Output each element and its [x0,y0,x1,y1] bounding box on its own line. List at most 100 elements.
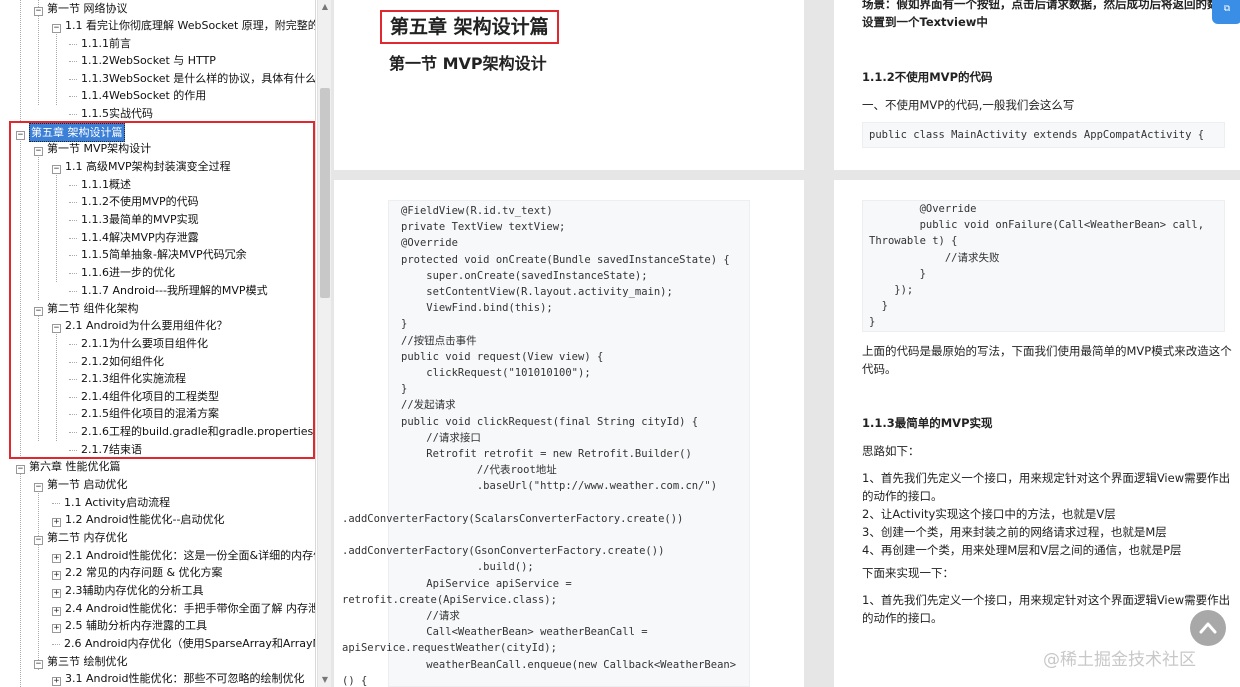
tree-node-label: 1.1.5实战代码 [81,107,153,120]
tree-node[interactable]: − 第一节 MVP架构设计 [34,140,151,157]
collapse-toggle-icon[interactable]: − [52,324,61,333]
tree-node[interactable]: 1.1.1前言 [69,35,131,52]
expand-toggle-icon[interactable]: + [52,607,61,616]
scroll-up-arrow-icon[interactable]: ▲ [318,0,332,14]
floating-tool-icon[interactable]: ⧉ [1212,0,1240,24]
collapse-toggle-icon[interactable]: − [34,307,43,316]
collapse-toggle-icon[interactable]: − [16,465,25,474]
collapse-toggle-icon[interactable]: − [34,7,43,16]
tree-node-label: 3.1 Android性能优化：那些不可忽略的绘制优化 [65,672,305,685]
page-panel-1: 第五章 架构设计篇 第一节 MVP架构设计 [334,0,804,170]
tree-node[interactable]: 2.1.6工程的build.gradle和gradle.properties文 [69,423,315,440]
tree-node[interactable]: 1.1.1概述 [69,176,131,193]
tree-node-label: 2.3辅助内存优化的分析工具 [65,584,204,597]
tree-node[interactable]: 2.1.2如何组件化 [69,353,164,370]
collapse-toggle-icon[interactable]: − [16,131,25,140]
tree-connector [69,343,77,345]
tree-node[interactable]: 1.1.3WebSocket 是什么样的协议，具体有什么优 [69,70,315,87]
tree-guide-line [20,466,21,687]
tree-node[interactable]: 1.1.2WebSocket 与 HTTP [69,52,216,69]
page-panel-4: @Override public void onFailure(Call<Wea… [834,180,1240,687]
tree-connector [52,502,60,504]
tree-node[interactable]: − 第三节 绘制优化 [34,653,128,670]
tree-node-label: 1.1.2WebSocket 与 HTTP [81,54,216,67]
collapse-toggle-icon[interactable]: − [34,536,43,545]
tree-node-label: 1.1.4WebSocket 的作用 [81,89,207,102]
tree-node[interactable]: +1.2 Android性能优化--启动优化 [52,511,224,528]
scene-text: 场景：假如界面有一个按钮，点击后请求数据，然后成功后将返回的数据 设置到一个Te… [862,0,1230,29]
tree-node[interactable]: +2.2 常见的内存问题 & 优化方案 [52,564,223,581]
expand-toggle-icon[interactable]: + [52,571,61,580]
scroll-thumb[interactable] [320,88,330,298]
tree-node[interactable]: 1.1 Activity启动流程 [52,494,171,511]
code-block-failure: @Override public void onFailure(Call<Wea… [862,200,1225,332]
tree-node[interactable]: −1.1 看完让你彻底理解 WebSocket 原理，附完整的实 [52,17,315,34]
outline-tree[interactable]: − 第一节 网络协议 −1.1 看完让你彻底理解 WebSocket 原理，附完整的… [0,0,316,687]
code-line: weatherBeanCall.enqueue(new Callback<Wea… [401,658,737,671]
expand-toggle-icon[interactable]: + [52,554,61,563]
tree-node[interactable]: 2.6 Android内存优化（使用SparseArray和ArrayMa [52,635,316,652]
code-line: @Override [401,237,458,250]
code-line: retrofit.create(ApiService.class); [342,593,557,606]
expand-toggle-icon[interactable]: + [52,624,61,633]
tree-guide-line [38,148,39,300]
tree-node[interactable]: 2.1.5组件化项目的混淆方案 [69,405,219,422]
tree-node[interactable]: +2.1 Android性能优化：这是一份全面&详细的内存优 [52,547,315,564]
tree-node[interactable]: +2.3辅助内存优化的分析工具 [52,582,204,599]
code-line: @Override [869,203,977,215]
collapse-toggle-icon[interactable]: − [34,147,43,156]
tree-node-label: 1.1.7 Android---我所理解的MVP模式 [81,284,268,297]
tree-node[interactable]: 2.1.7结束语 [69,441,142,458]
tree-node-label: 第二节 内存优化 [47,531,128,544]
tree-node[interactable]: − 第五章 架构设计篇 [16,123,125,142]
collapse-toggle-icon[interactable]: − [52,165,61,174]
tree-node[interactable]: 1.1.5实战代码 [69,105,153,122]
tree-node[interactable]: +3.1 Android性能优化：那些不可忽略的绘制优化 [52,670,305,687]
tree-node[interactable]: 1.1.3最简单的MVP实现 [69,211,199,228]
tree-node[interactable]: − 第一节 启动优化 [34,476,128,493]
tree-node[interactable]: 2.1.4组件化项目的工程类型 [69,388,219,405]
expand-toggle-icon[interactable]: + [52,677,61,686]
tree-connector [69,95,77,97]
code-line: } [869,300,888,313]
collapse-toggle-icon[interactable]: − [52,24,61,33]
tree-node[interactable]: − 第一节 网络协议 [34,0,128,17]
tree-connector [69,60,77,62]
code-line: //按钮点击事件 [401,334,477,347]
expand-toggle-icon[interactable]: + [52,589,61,598]
tree-node[interactable]: 1.1.7 Android---我所理解的MVP模式 [69,282,268,299]
step1-text: 1、首先我们先定义一个接口，用来规定针对这个界面逻辑View需要作出 的动作的接… [862,593,1231,625]
collapse-toggle-icon[interactable]: − [34,483,43,492]
tree-connector [69,272,77,274]
tree-node[interactable]: 1.1.2不使用MVP的代码 [69,193,199,210]
tree-node[interactable]: 2.1.1为什么要项目组件化 [69,335,208,352]
collapse-toggle-icon[interactable]: − [34,660,43,669]
tree-node[interactable]: − 第二节 内存优化 [34,529,128,546]
expand-toggle-icon[interactable]: + [52,518,61,527]
tree-node-label: 2.6 Android内存优化（使用SparseArray和ArrayMa [64,637,316,650]
tree-connector [69,78,77,80]
code-line: private TextView textView; [401,221,566,234]
tree-node[interactable]: 2.1.3组件化实施流程 [69,370,186,387]
code-line: public void request(View view) { [401,350,604,363]
page-panel-2: 场景：假如界面有一个按钮，点击后请求数据，然后成功后将返回的数据 设置到一个Te… [834,0,1240,170]
tree-scrollbar[interactable]: ▲ ▼ [317,0,331,687]
tree-node[interactable]: 1.1.5简单抽象-解决MVP代码冗余 [69,246,247,263]
tree-connector [69,449,77,451]
tree-connector [69,113,77,115]
tree-node[interactable]: −1.1 高级MVP架构封装演变全过程 [52,158,231,175]
tree-node[interactable]: 1.1.6进一步的优化 [69,264,175,281]
tree-node[interactable]: − 第二节 组件化架构 [34,300,139,317]
tree-node[interactable]: +2.4 Android性能优化：手把手带你全面了解 内存泄露 [52,600,315,617]
implement-label: 下面来实现一下： [862,566,954,580]
tree-node[interactable]: −2.1 Android为什么要用组件化？ [52,317,228,334]
tree-node[interactable]: +2.5 辅助分析内存泄露的工具 [52,617,207,634]
code-line: Throwable t) { [869,235,958,248]
tree-node-label: 2.2 常见的内存问题 & 优化方案 [65,566,223,579]
tree-node[interactable]: − 第六章 性能优化篇 [16,458,121,475]
tree-node-label: 1.1 Activity启动流程 [64,496,171,509]
tree-node[interactable]: 1.1.4WebSocket 的作用 [69,87,207,104]
scroll-down-arrow-icon[interactable]: ▼ [318,673,332,687]
scroll-to-top-button[interactable] [1190,610,1226,646]
tree-node[interactable]: 1.1.4解决MVP内存泄露 [69,229,199,246]
